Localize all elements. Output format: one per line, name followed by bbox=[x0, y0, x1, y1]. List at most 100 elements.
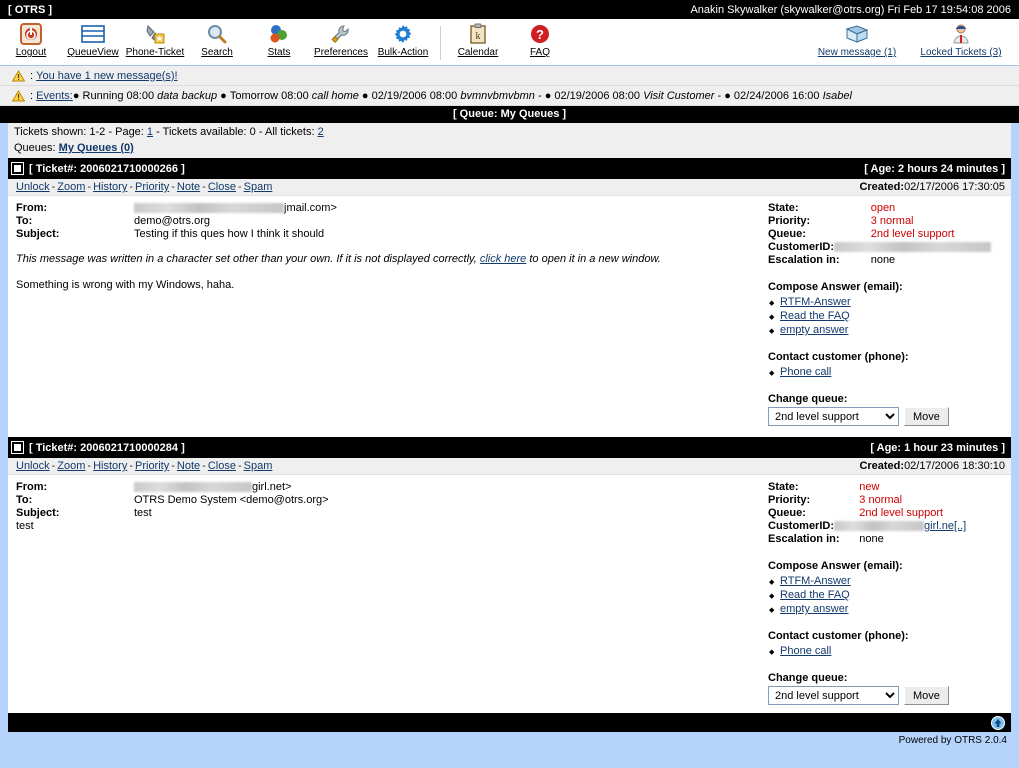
all-tickets-link[interactable]: 2 bbox=[318, 126, 324, 138]
action-separator: - bbox=[129, 181, 133, 193]
event-bullet: ● bbox=[72, 89, 83, 102]
phone-call-link[interactable]: Phone call bbox=[780, 366, 831, 378]
to-value: demo@otrs.org bbox=[134, 215, 210, 227]
charset-notice: This message was written in a character … bbox=[16, 253, 753, 265]
events-link[interactable]: Events: bbox=[36, 90, 73, 102]
answer-link[interactable]: Read the FAQ bbox=[780, 310, 850, 322]
priority-label: Priority: bbox=[768, 215, 811, 227]
escalation-value: none bbox=[859, 533, 884, 545]
contact-customer-list: Phone call bbox=[768, 644, 1005, 660]
ticket-select-checkbox[interactable] bbox=[11, 162, 24, 175]
search-icon bbox=[206, 22, 228, 46]
tickets-list: [ Ticket#: 2006021710000266 ] [ Age: 2 ho… bbox=[8, 158, 1011, 713]
toolbar-item-search[interactable]: Search bbox=[186, 22, 248, 58]
wrench-icon bbox=[330, 22, 352, 46]
ticket-body: From: girl.net> To: OTRS Demo System <demo@… bbox=[8, 475, 1011, 713]
answer-link[interactable]: RTFM-Answer bbox=[780, 296, 851, 308]
meta-row-queue: Queue: 2nd level support bbox=[768, 507, 966, 520]
ticket-card: [ Ticket#: 2006021710000266 ] [ Age: 2 ho… bbox=[8, 158, 1011, 437]
escalation-label: Escalation in: bbox=[768, 254, 840, 266]
ticket-action-spam[interactable]: Spam bbox=[244, 181, 273, 193]
ticket-action-row: Unlock - Zoom - History - Priority - Note - Close -… bbox=[8, 179, 1011, 196]
event-when: Running 08:00 bbox=[82, 89, 158, 102]
toolbar-item-locked-tickets[interactable]: Locked Tickets (3) bbox=[909, 22, 1013, 58]
ticket-action-note[interactable]: Note bbox=[177, 181, 200, 193]
answer-link[interactable]: empty answer bbox=[780, 324, 848, 336]
charset-notice-link[interactable]: click here bbox=[480, 253, 526, 265]
page-number-link[interactable]: 1 bbox=[147, 126, 153, 138]
toolbar-item-logout[interactable]: Logout bbox=[0, 22, 62, 58]
toolbar-item-phone-ticket[interactable]: Phone-Ticket bbox=[124, 22, 186, 58]
my-queues-link[interactable]: My Queues (0) bbox=[59, 142, 134, 154]
customerid-label: CustomerID: bbox=[768, 520, 835, 532]
ticket-action-priority[interactable]: Priority bbox=[135, 460, 169, 472]
ticket-action-close[interactable]: Close bbox=[208, 460, 236, 472]
toolbar-item-faq[interactable]: ? FAQ bbox=[509, 22, 571, 58]
article-body-text: Something is wrong with my Windows, haha… bbox=[16, 279, 235, 291]
article-header-table: From: jmail.com> To: demo@otrs.org Subject: T… bbox=[16, 202, 337, 241]
ticket-action-spam[interactable]: Spam bbox=[244, 460, 273, 472]
ticket-action-close[interactable]: Close bbox=[208, 181, 236, 193]
article-from-row: From: girl.net> bbox=[16, 481, 329, 494]
contact-customer-heading: Contact customer (phone): bbox=[768, 630, 909, 642]
ticket-action-links: Unlock - Zoom - History - Priority - Note - Close -… bbox=[16, 460, 272, 472]
scroll-to-top-icon[interactable] bbox=[991, 715, 1005, 730]
toolbar-item-bulk-action[interactable]: Bulk-Action bbox=[372, 22, 434, 58]
answer-link[interactable]: empty answer bbox=[780, 603, 848, 615]
queueview-icon bbox=[81, 22, 105, 46]
ticket-created: Created:02/17/2006 17:30:05 bbox=[859, 181, 1005, 193]
move-button[interactable]: Move bbox=[904, 407, 949, 426]
state-label: State: bbox=[768, 202, 799, 214]
move-button[interactable]: Move bbox=[904, 686, 949, 705]
notice-events: : Events: ● Running 08:00 data backup ● … bbox=[0, 86, 1019, 106]
tickets-shown-value: 1-2 bbox=[89, 126, 106, 138]
from-label: From: bbox=[16, 202, 48, 214]
to-value: OTRS Demo System <demo@otrs.org> bbox=[134, 494, 329, 506]
article-subject-row: Subject: test bbox=[16, 507, 329, 520]
toolbar-item-stats[interactable]: Stats bbox=[248, 22, 310, 58]
subject-label: Subject: bbox=[16, 228, 60, 240]
ticket-number: [ Ticket#: 2006021710000266 ] bbox=[29, 162, 185, 175]
toolbar-item-label: Bulk-Action bbox=[377, 47, 429, 58]
list-item: empty answer bbox=[768, 602, 1005, 618]
priority-value: 3 normal bbox=[859, 494, 903, 506]
new-message-link[interactable]: You have 1 new message(s)! bbox=[36, 70, 177, 82]
toolbar-primary-group: Logout QueueView Phone-Ticket Search Sta bbox=[0, 19, 571, 60]
queue-select[interactable]: 2nd level support bbox=[768, 407, 899, 426]
contact-customer-heading: Contact customer (phone): bbox=[768, 351, 909, 363]
ticket-action-zoom[interactable]: Zoom bbox=[57, 460, 85, 472]
ticket-action-history[interactable]: History bbox=[93, 460, 127, 472]
queue-header-bar: [ Queue: My Queues ] bbox=[0, 106, 1019, 123]
compose-answer-list: RTFM-Answer Read the FAQ empty answer bbox=[768, 295, 1005, 339]
meta-row-priority: Priority: 3 normal bbox=[768, 494, 966, 507]
event-when: 02/19/2006 08:00 bbox=[371, 89, 461, 102]
meta-row-state: State: new bbox=[768, 481, 966, 494]
phone-call-link[interactable]: Phone call bbox=[780, 645, 831, 657]
action-separator: - bbox=[171, 181, 175, 193]
toolbar-item-calendar[interactable]: k Calendar bbox=[447, 22, 509, 58]
ticket-count-info: Tickets shown: 1-2 - Page: 1 - Tickets a… bbox=[8, 123, 1011, 140]
ticket-action-unlock[interactable]: Unlock bbox=[16, 460, 50, 472]
ticket-action-unlock[interactable]: Unlock bbox=[16, 181, 50, 193]
answer-link[interactable]: Read the FAQ bbox=[780, 589, 850, 601]
toolbar-item-new-message[interactable]: New message (1) bbox=[805, 22, 909, 58]
ticket-action-note[interactable]: Note bbox=[177, 460, 200, 472]
ticket-action-history[interactable]: History bbox=[93, 181, 127, 193]
queue-select[interactable]: 2nd level support bbox=[768, 686, 899, 705]
customerid-label: CustomerID: bbox=[768, 241, 835, 253]
subject-value: Testing if this ques how I think it shou… bbox=[134, 228, 325, 240]
new-message-icon bbox=[845, 22, 869, 46]
action-separator: - bbox=[129, 460, 133, 472]
toolbar-item-preferences[interactable]: Preferences bbox=[310, 22, 372, 58]
answer-link[interactable]: RTFM-Answer bbox=[780, 575, 851, 587]
toolbar-item-queueview[interactable]: QueueView bbox=[62, 22, 124, 58]
ticket-select-checkbox[interactable] bbox=[11, 441, 24, 454]
footer-bar bbox=[8, 713, 1011, 732]
event-title: Isabel bbox=[822, 89, 852, 102]
all-tickets-label: All tickets: bbox=[264, 126, 315, 138]
toolbar-item-label: Calendar bbox=[457, 47, 499, 58]
ticket-action-priority[interactable]: Priority bbox=[135, 181, 169, 193]
customerid-link[interactable]: girl.ne[..] bbox=[924, 520, 966, 532]
event-when: Tomorrow 08:00 bbox=[229, 89, 312, 102]
ticket-action-zoom[interactable]: Zoom bbox=[57, 181, 85, 193]
